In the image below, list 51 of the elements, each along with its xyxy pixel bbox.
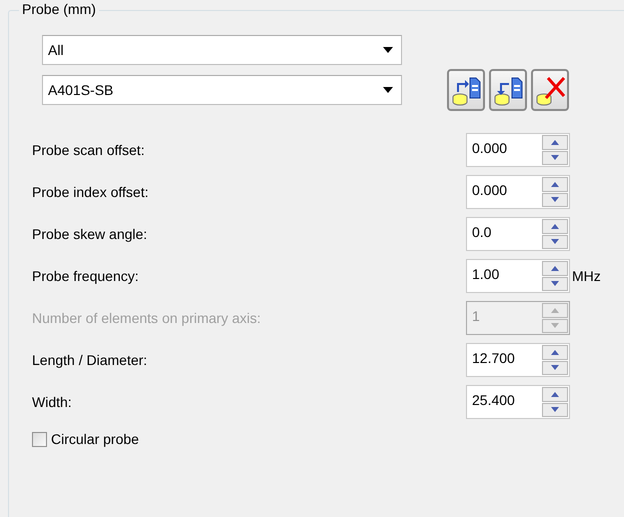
group-title: Probe (mm) <box>19 1 99 17</box>
field-label: Length / Diameter: <box>32 352 148 368</box>
spin-down-button[interactable] <box>542 402 568 417</box>
spin-down-button[interactable] <box>542 276 568 291</box>
spin-down-button[interactable] <box>542 192 568 207</box>
down-arrow-icon <box>551 281 559 286</box>
up-arrow-icon <box>551 350 559 355</box>
field-label: Number of elements on primary axis: <box>32 310 262 326</box>
field-label: Probe index offset: <box>32 184 150 200</box>
spin-up-button[interactable] <box>542 345 568 360</box>
spin-down-button[interactable] <box>542 360 568 375</box>
dropdown[interactable]: All <box>42 35 402 65</box>
spin-up-button[interactable] <box>542 387 568 402</box>
dropdown-arrow-icon <box>383 87 393 93</box>
up-arrow-icon <box>551 182 559 187</box>
spin-up-button[interactable] <box>542 177 568 192</box>
up-arrow-icon <box>551 392 559 397</box>
dropdown-arrow-icon <box>383 47 393 53</box>
checkbox[interactable] <box>32 432 47 446</box>
down-arrow-icon <box>551 197 559 202</box>
spin-field[interactable]: 0.000 <box>466 175 570 209</box>
field-label: Probe scan offset: <box>32 142 146 158</box>
spin-down-button[interactable] <box>542 150 568 165</box>
spin-up-button[interactable] <box>542 135 568 150</box>
delete-button[interactable] <box>531 69 569 111</box>
down-arrow-icon <box>551 407 559 412</box>
up-arrow-icon <box>551 140 559 145</box>
spin-field[interactable]: 25.400 <box>466 385 570 419</box>
unit-label: MHz <box>571 268 602 284</box>
down-arrow-icon <box>551 239 559 244</box>
dropdown[interactable]: A401S-SB <box>42 75 402 105</box>
import-button[interactable] <box>489 69 527 111</box>
checkbox-label: Circular probe <box>51 431 139 447</box>
field-label: Probe frequency: <box>32 268 140 284</box>
up-arrow-icon <box>551 308 559 313</box>
field-label: Width: <box>32 394 73 410</box>
down-arrow-icon <box>551 155 559 160</box>
export-button[interactable] <box>447 69 485 111</box>
up-arrow-icon <box>551 266 559 271</box>
database-delete-icon <box>534 74 566 106</box>
down-arrow-icon <box>551 323 559 328</box>
down-arrow-icon <box>551 365 559 370</box>
field-label: Probe skew angle: <box>32 226 148 242</box>
spin-field[interactable]: 12.700 <box>466 343 570 377</box>
spin-down-button[interactable] <box>542 234 568 249</box>
spin-up-button[interactable] <box>542 219 568 234</box>
spin-field[interactable]: 0.0 <box>466 217 570 251</box>
spin-up-button[interactable] <box>542 261 568 276</box>
spin-field[interactable]: 1.00 <box>466 259 570 293</box>
spin-field[interactable]: 0.000 <box>466 133 570 167</box>
up-arrow-icon <box>551 224 559 229</box>
